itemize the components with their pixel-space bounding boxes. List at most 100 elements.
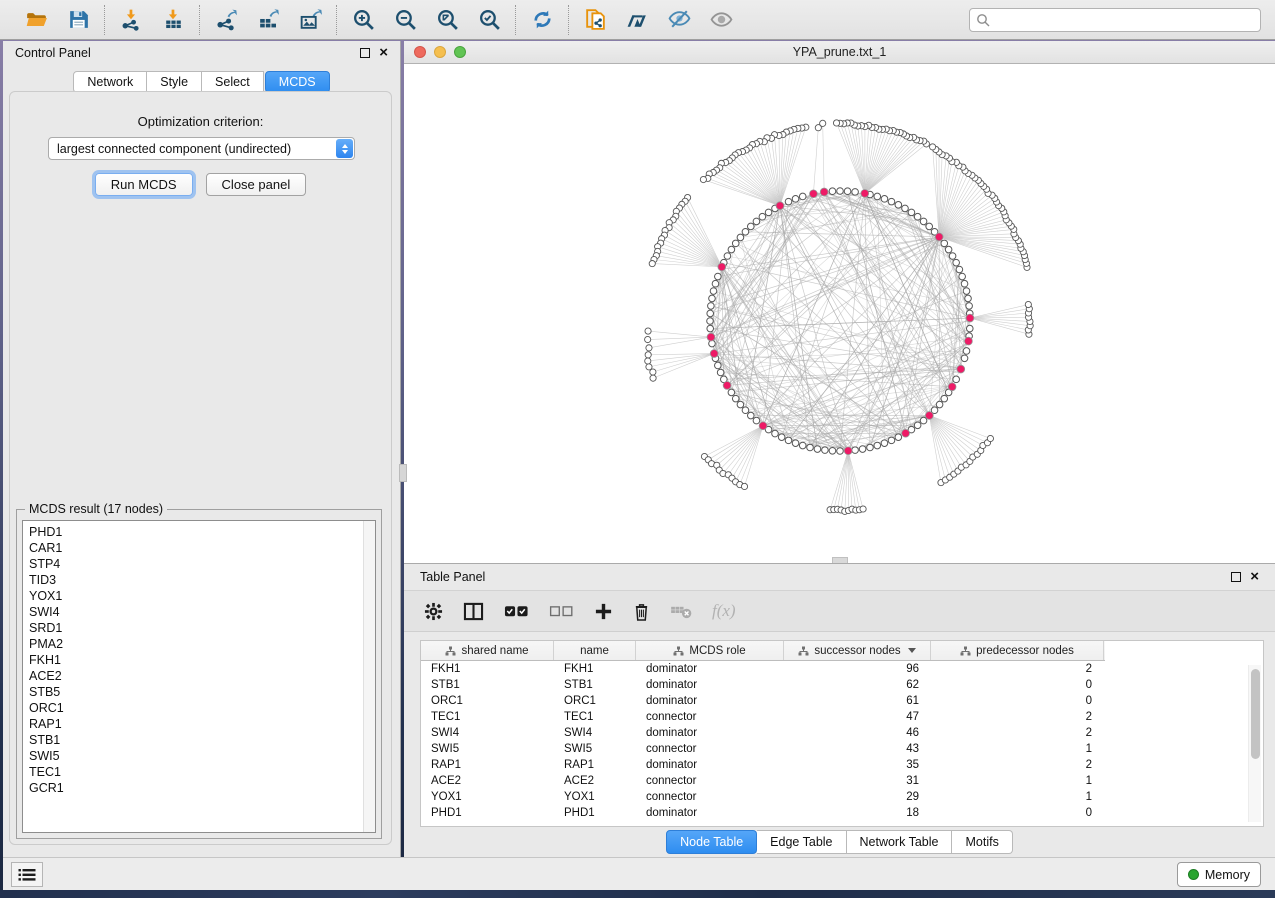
mcds-result-list[interactable]: PHD1CAR1STP4TID3YOX1SWI4SRD1PMA2FKH1ACE2… [22,520,376,833]
network-canvas[interactable] [404,64,1275,562]
select-stepper-icon[interactable] [336,139,353,158]
mcds-result-item[interactable]: TID3 [29,572,375,588]
column-header-successor-nodes[interactable]: successor nodes [784,641,931,660]
close-panel-button[interactable]: Close panel [206,173,307,196]
table-cell: YOX1 [421,791,554,803]
table-row[interactable]: SWI5SWI5connector431 [421,741,1263,757]
sort-desc-icon [908,648,916,653]
table-row[interactable]: YOX1YOX1connector291 [421,789,1263,805]
table-row[interactable]: STB1STB1dominator620 [421,677,1263,693]
mcds-result-item[interactable]: SWI4 [29,604,375,620]
import-network-icon[interactable] [118,7,144,33]
column-header-MCDS-role[interactable]: MCDS role [636,641,784,660]
mcds-tab-page: Optimization criterion: largest connecte… [9,91,392,845]
save-session-icon[interactable] [65,7,91,33]
refresh-icon[interactable] [529,7,555,33]
clone-network-icon[interactable] [582,7,608,33]
table-cell: STB1 [554,679,636,691]
table-scrollbar[interactable] [1248,665,1261,822]
table-settings-icon[interactable] [424,602,443,621]
mcds-result-item[interactable]: ORC1 [29,700,375,716]
mcds-result-item[interactable]: PHD1 [29,524,375,540]
mcds-result-item[interactable]: TEC1 [29,764,375,780]
table-cell: FKH1 [554,663,636,675]
mcds-result-item[interactable]: YOX1 [29,588,375,604]
splitter-grip[interactable] [399,464,407,482]
show-panels-button[interactable] [11,862,43,887]
overview-icon[interactable] [624,7,650,33]
mcds-result-item[interactable]: CAR1 [29,540,375,556]
table-row[interactable]: ACE2ACE2connector311 [421,773,1263,789]
table-cell: 47 [784,711,931,723]
network-titlebar[interactable]: YPA_prune.txt_1 [404,41,1275,64]
control-panel: Control Panel × NetworkStyleSelectMCDS O… [3,41,401,857]
tab-style[interactable]: Style [147,71,202,93]
table-cell: PHD1 [554,807,636,819]
open-file-icon[interactable] [23,7,49,33]
delete-column-icon[interactable] [633,602,650,621]
tab-edge-table[interactable]: Edge Table [757,830,846,854]
table-row[interactable]: PHD1PHD1dominator180 [421,805,1263,821]
tab-mcds[interactable]: MCDS [265,71,330,93]
float-panel-icon[interactable] [360,48,370,58]
table-row[interactable]: SWI4SWI4dominator462 [421,725,1263,741]
zoom-out-icon[interactable] [392,7,418,33]
table-row[interactable]: RAP1RAP1dominator352 [421,757,1263,773]
search-input[interactable] [969,8,1261,32]
tab-network[interactable]: Network [73,71,147,93]
import-table-icon[interactable] [160,7,186,33]
tab-network-table[interactable]: Network Table [847,830,953,854]
table-tabs: Node TableEdge TableNetwork TableMotifs [404,828,1275,855]
mcds-result-item[interactable]: GCR1 [29,780,375,796]
close-table-panel-icon[interactable]: × [1250,572,1259,582]
table-row[interactable]: FKH1FKH1dominator962 [421,661,1263,677]
mcds-result-item[interactable]: STB5 [29,684,375,700]
table-row[interactable]: ORC1ORC1dominator610 [421,693,1263,709]
mcds-scrollbar[interactable] [363,521,375,832]
network-graph[interactable] [404,64,1275,562]
table-cell: ACE2 [554,775,636,787]
criterion-select[interactable]: largest connected component (undirected) [48,137,355,160]
show-columns-icon[interactable] [463,602,484,621]
mcds-result-item[interactable]: SRD1 [29,620,375,636]
table-cell: 29 [784,791,931,803]
export-network-icon[interactable] [213,7,239,33]
export-image-icon[interactable] [297,7,323,33]
select-all-icon[interactable] [504,604,529,618]
table-cell: SWI4 [421,727,554,739]
table-row[interactable]: TEC1TEC1connector472 [421,709,1263,725]
close-panel-icon[interactable]: × [379,48,388,58]
hide-annotations-icon[interactable] [666,7,692,33]
table-cell: connector [636,711,784,723]
table-cell: dominator [636,663,784,675]
table-cell: 2 [931,663,1104,675]
tab-select[interactable]: Select [202,71,264,93]
mcds-result-item[interactable]: STP4 [29,556,375,572]
zoom-selected-icon[interactable] [476,7,502,33]
mcds-result-item[interactable]: PMA2 [29,636,375,652]
node-table[interactable]: shared namenameMCDS rolesuccessor nodesp… [420,640,1264,827]
float-table-panel-icon[interactable] [1231,572,1241,582]
export-table-icon[interactable] [255,7,281,33]
table-scrollbar-thumb[interactable] [1251,669,1260,759]
column-type-icon [960,646,971,656]
mcds-result-item[interactable]: SWI5 [29,748,375,764]
table-cell: SWI5 [421,743,554,755]
zoom-fit-icon[interactable] [434,7,460,33]
mcds-result-item[interactable]: RAP1 [29,716,375,732]
tab-node-table[interactable]: Node Table [666,830,757,854]
tab-motifs[interactable]: Motifs [952,830,1012,854]
mcds-result-item[interactable]: ACE2 [29,668,375,684]
memory-button[interactable]: Memory [1177,862,1261,887]
column-header-shared-name[interactable]: shared name [421,641,554,660]
table-cell: dominator [636,679,784,691]
table-cell: 0 [931,695,1104,707]
zoom-in-icon[interactable] [350,7,376,33]
column-header-name[interactable]: name [554,641,636,660]
deselect-all-icon[interactable] [549,604,574,618]
mcds-result-item[interactable]: FKH1 [29,652,375,668]
column-header-predecessor-nodes[interactable]: predecessor nodes [931,641,1104,660]
run-mcds-button[interactable]: Run MCDS [95,173,193,196]
mcds-result-item[interactable]: STB1 [29,732,375,748]
create-column-icon[interactable] [594,602,613,621]
